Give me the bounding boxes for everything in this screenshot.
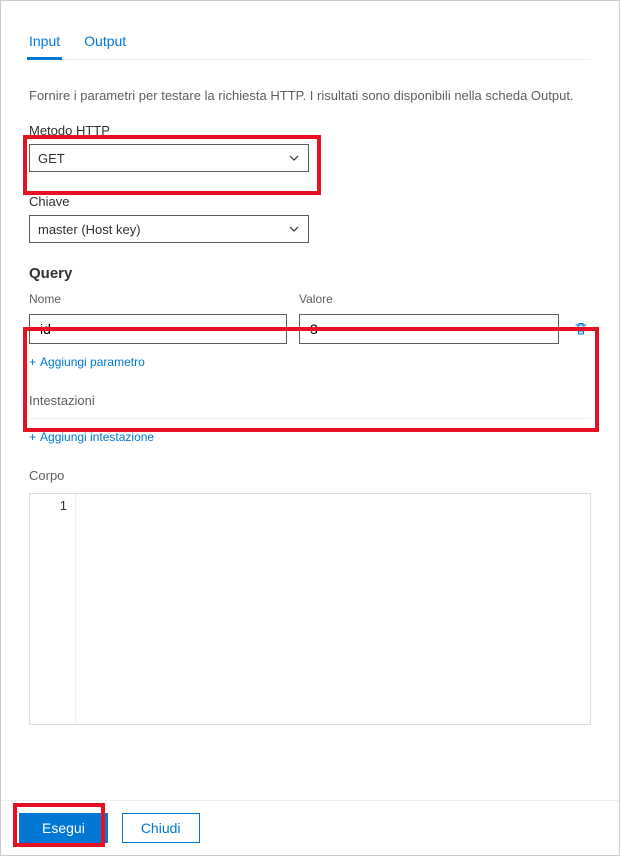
add-header-link[interactable]: + Aggiungi intestazione (29, 430, 154, 444)
http-method-value: GET (38, 151, 65, 166)
query-name-input[interactable] (29, 314, 287, 344)
chevron-down-icon (288, 152, 300, 164)
query-row (29, 314, 591, 344)
query-name-header: Nome (29, 292, 299, 306)
key-select[interactable]: master (Host key) (29, 215, 309, 243)
query-value-input[interactable] (299, 314, 559, 344)
tabs-bar: Input Output (29, 17, 591, 60)
plus-icon: + (29, 430, 36, 444)
description-text: Fornire i parametri per testare la richi… (29, 88, 591, 103)
chevron-down-icon (288, 223, 300, 235)
http-method-select[interactable]: GET (29, 144, 309, 172)
key-value: master (Host key) (38, 222, 141, 237)
body-textarea[interactable] (76, 494, 590, 724)
body-editor: 1 (29, 493, 591, 725)
tab-input[interactable]: Input (29, 27, 60, 59)
line-gutter: 1 (30, 494, 76, 724)
trash-icon (573, 321, 589, 337)
http-method-group: Metodo HTTP GET (29, 123, 591, 172)
add-parameter-link[interactable]: + Aggiungi parametro (29, 355, 145, 369)
query-value-header: Valore (299, 292, 591, 306)
query-header: Nome Valore (29, 292, 591, 314)
add-header-label: Aggiungi intestazione (40, 430, 154, 444)
line-number: 1 (30, 498, 67, 513)
query-title: Query (29, 265, 591, 282)
run-button[interactable]: Esegui (19, 813, 108, 843)
body-label: Corpo (29, 468, 591, 483)
key-group: Chiave master (Host key) (29, 194, 591, 243)
tab-output[interactable]: Output (84, 27, 126, 59)
delete-row-button[interactable] (571, 321, 591, 337)
close-button[interactable]: Chiudi (122, 813, 200, 843)
http-method-label: Metodo HTTP (29, 123, 591, 138)
add-parameter-label: Aggiungi parametro (40, 355, 145, 369)
key-label: Chiave (29, 194, 591, 209)
headers-label: Intestazioni (29, 393, 591, 408)
footer-bar: Esegui Chiudi (1, 800, 619, 855)
plus-icon: + (29, 355, 36, 369)
